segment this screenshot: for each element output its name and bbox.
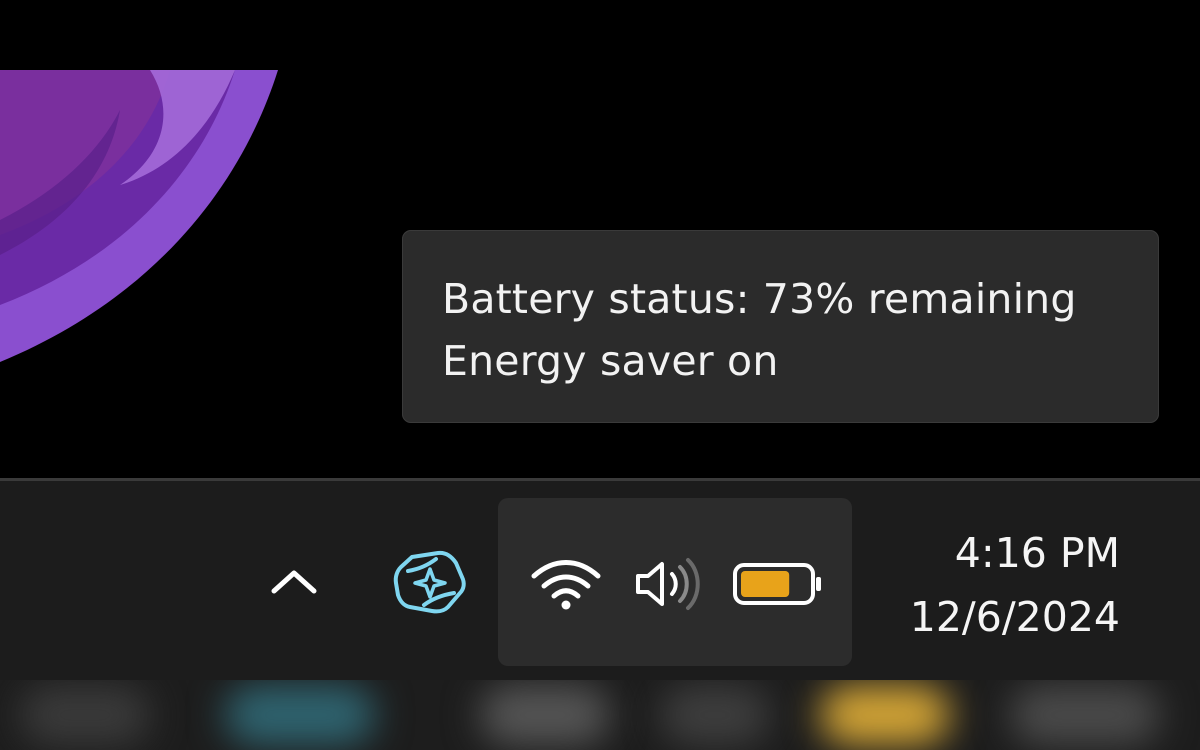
wifi-icon [531, 560, 601, 610]
blurred-app-icon [225, 685, 375, 745]
wallpaper-bloom [0, 70, 278, 362]
clock-time: 4:16 PM [954, 529, 1120, 577]
energy-saver-text: Energy saver on [442, 337, 779, 385]
blurred-app-icon [1010, 685, 1160, 745]
desktop-screen: Battery status: 73% remaining Energy sav… [0, 0, 1200, 750]
blurred-app-strip [0, 680, 1200, 750]
blurred-app-icon [660, 685, 770, 745]
blurred-app-icon [820, 685, 950, 745]
blurred-app-icon [480, 685, 610, 745]
chevron-up-icon[interactable] [266, 561, 322, 601]
battery-icon [733, 563, 821, 605]
desktop-top-area [0, 0, 1200, 70]
battery-status-text: Battery status: 73% remaining [442, 275, 1077, 323]
blurred-app-icon [20, 685, 150, 745]
system-clock[interactable]: 4:16 PM 12/6/2024 [910, 521, 1120, 649]
battery-tooltip: Battery status: 73% remaining Energy sav… [402, 230, 1159, 423]
battery-level-fill [741, 571, 790, 597]
volume-icon [636, 558, 700, 610]
copilot-icon[interactable] [392, 547, 468, 617]
quick-settings-button[interactable] [498, 498, 852, 666]
clock-date: 12/6/2024 [909, 593, 1120, 641]
taskbar: 4:16 PM 12/6/2024 [0, 478, 1200, 680]
